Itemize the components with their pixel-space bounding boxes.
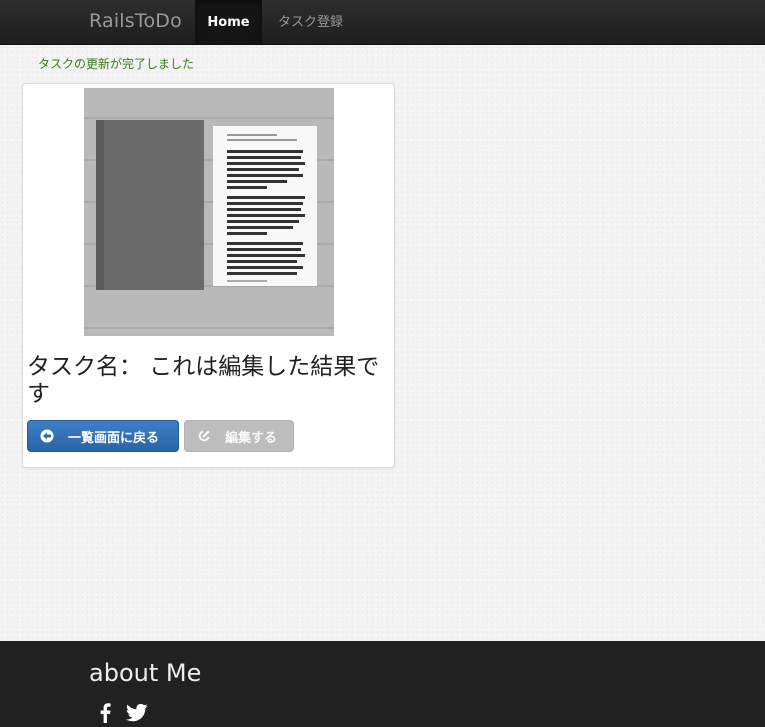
flash-message: タスクの更新が完了しました	[38, 57, 195, 71]
navbar: RailsToDo Home タスク登録	[0, 0, 765, 45]
task-title: タスク名： これは編集した結果です	[27, 354, 380, 407]
edit-button[interactable]: 編集する	[184, 420, 294, 452]
circle-arrow-left-icon	[40, 429, 54, 443]
footer: about Me	[0, 641, 765, 727]
twitter-icon[interactable]	[125, 703, 148, 727]
nav-item-home[interactable]: Home	[195, 0, 262, 44]
nav-item-task-register[interactable]: タスク登録	[278, 11, 343, 30]
facebook-icon[interactable]	[98, 703, 112, 727]
nav-item-home-label: Home	[207, 14, 250, 30]
brand-logo[interactable]: RailsToDo	[89, 10, 182, 32]
footer-title: about Me	[89, 659, 202, 687]
back-to-list-button[interactable]: 一覧画面に戻る	[27, 420, 179, 452]
edit-icon	[197, 429, 211, 443]
task-card: タスク名： これは編集した結果です 一覧画面に戻る 編集する	[22, 83, 395, 468]
task-image	[84, 88, 334, 336]
back-to-list-label: 一覧画面に戻る	[68, 430, 160, 446]
edit-label: 編集する	[225, 430, 278, 446]
